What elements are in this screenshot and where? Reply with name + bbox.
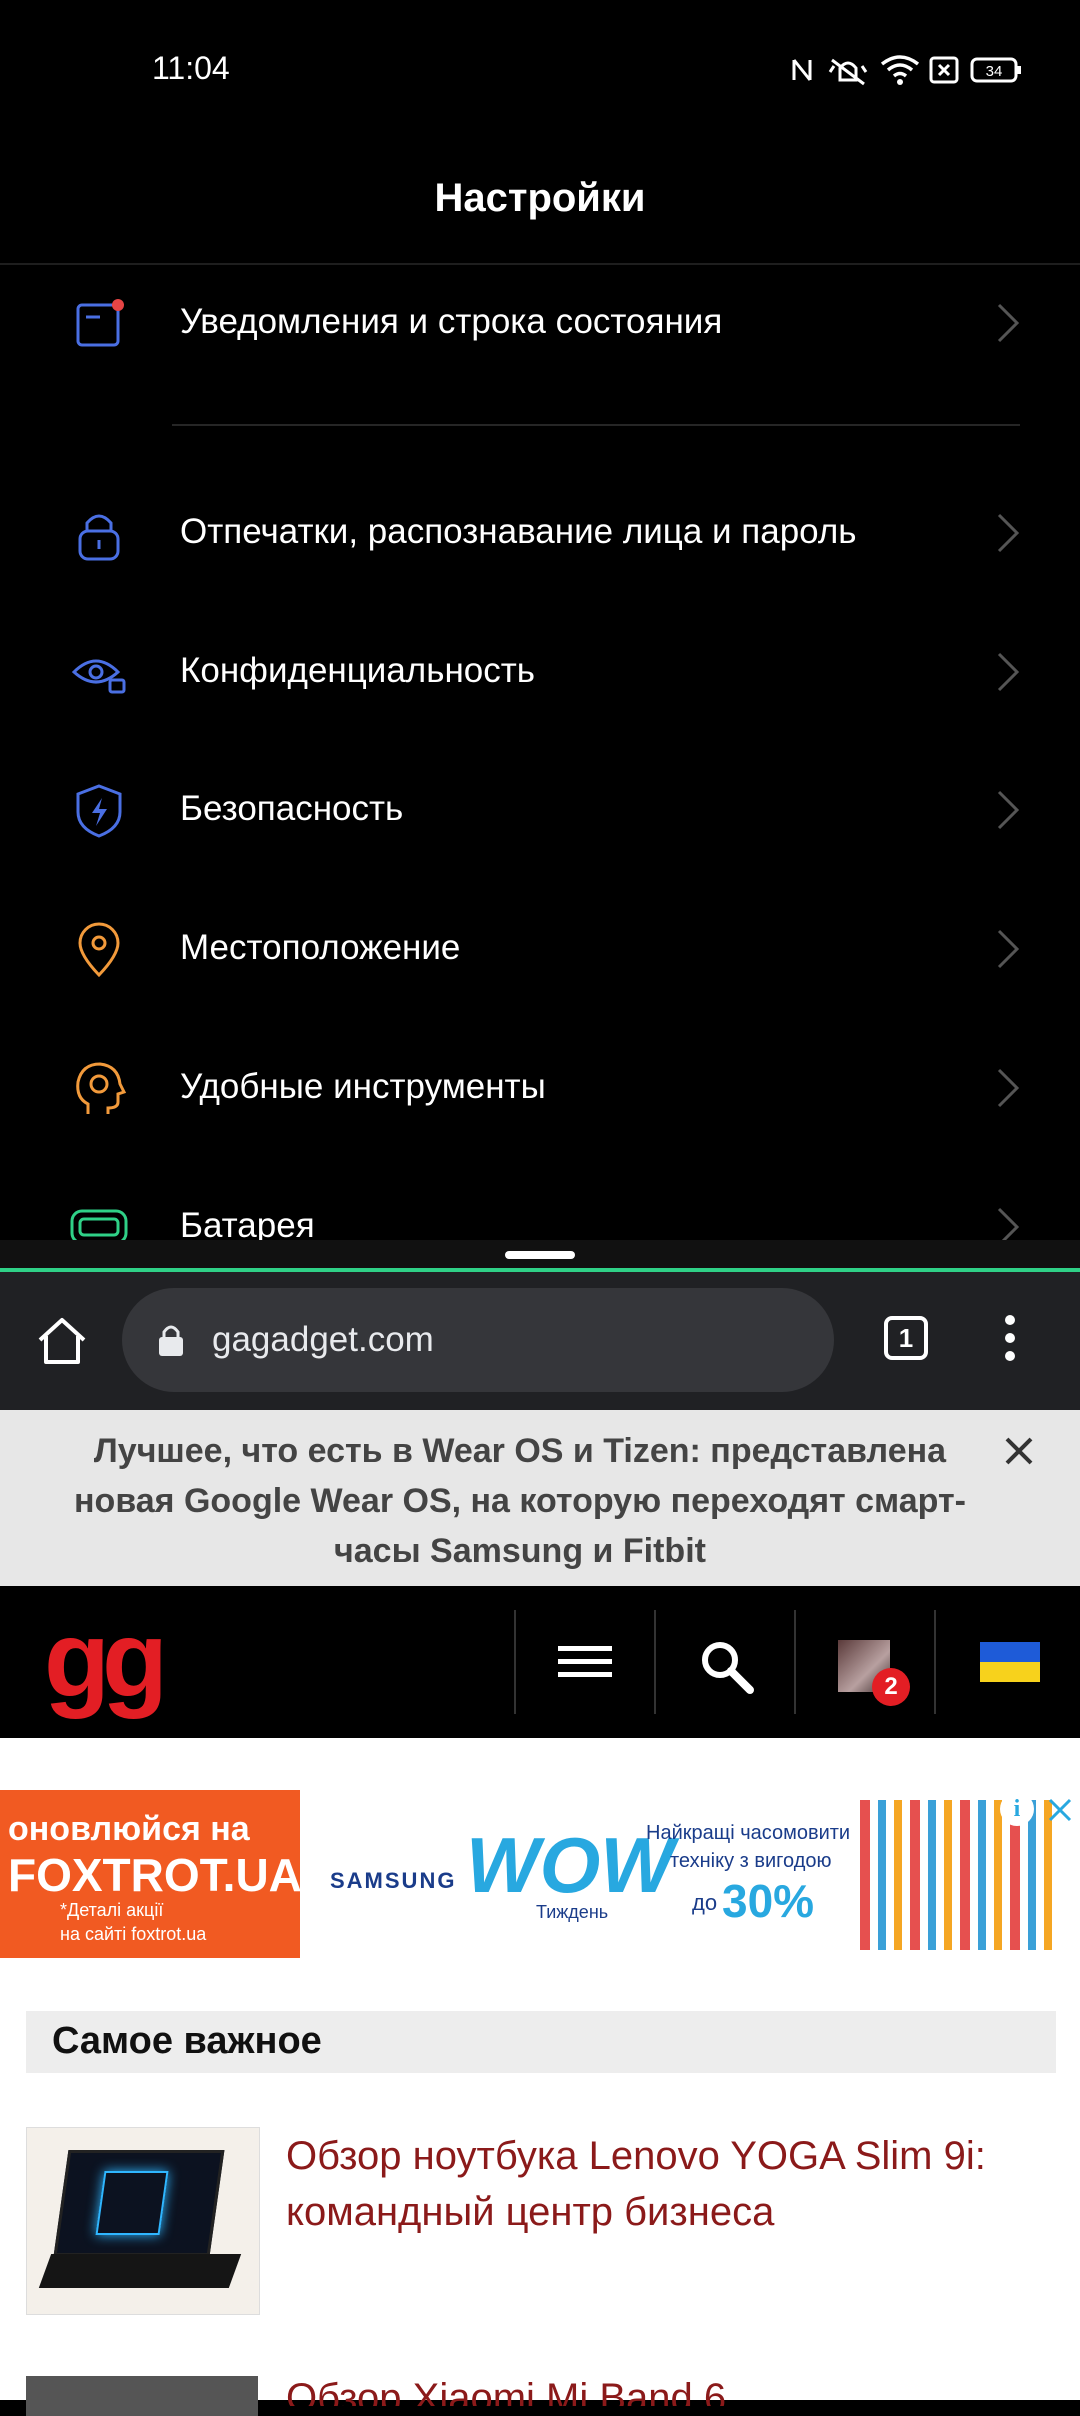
ad-banner[interactable]: оновлюйся на FOXTROT.UA *Деталі акції на… (0, 1790, 1080, 1958)
divider (654, 1610, 656, 1714)
settings-item-label: Отпечатки, распознавание лица и пароль (180, 512, 857, 551)
location-icon (78, 922, 120, 978)
ad-offer: Найкращі часомовити (646, 1822, 851, 1844)
search-icon[interactable] (698, 1638, 754, 1694)
chevron-right-icon (997, 303, 1020, 343)
menu-icon[interactable] (558, 1644, 612, 1680)
ad-promo: WOW (466, 1821, 674, 1909)
notification-badge: 2 (872, 1668, 910, 1706)
nfc-icon (792, 59, 812, 81)
settings-item-security[interactable]: Безопасность (0, 755, 1080, 865)
ad-info-icon[interactable]: i (1000, 1792, 1034, 1826)
section-title: Самое важное (52, 2020, 322, 2062)
banner-text[interactable]: Лучшее, что есть в Wear OS и Tizen: пред… (60, 1426, 980, 1576)
sim-icon (929, 56, 959, 84)
shield-icon (76, 784, 122, 838)
settings-item-label: Безопасность (180, 789, 404, 828)
settings-item-label: Батарея (180, 1206, 315, 1240)
battery-icon (70, 1209, 128, 1240)
laptop-screen (53, 2150, 225, 2256)
settings-item-label: Конфиденциальность (180, 651, 536, 690)
ad-promo-sub: Тиждень (536, 1902, 609, 1922)
close-icon[interactable] (1004, 1436, 1034, 1466)
ad-line4: на сайті foxtrot.ua (60, 1924, 207, 1944)
divider (0, 263, 1080, 265)
article-title[interactable]: Обзор Xiaomi Mi Band 6 (286, 2376, 1046, 2406)
divider (514, 1610, 516, 1714)
divider (172, 424, 1020, 426)
chevron-right-icon (997, 1207, 1020, 1240)
divider (794, 1610, 796, 1714)
screen-graphic (95, 2171, 169, 2235)
split-handle[interactable] (505, 1251, 575, 1259)
tabs-icon[interactable]: 1 (884, 1316, 928, 1360)
ad-discount: 30% (722, 1875, 815, 1927)
battery-status-icon: 34 (970, 57, 1021, 83)
ad-brand: SAMSUNG (330, 1868, 457, 1893)
chevron-right-icon (997, 652, 1020, 692)
ad-close-icon[interactable] (1046, 1796, 1074, 1824)
lock-icon (78, 514, 120, 561)
page-title: Настройки (434, 176, 646, 220)
settings-item-notifications[interactable]: Уведомления и строка состояния (0, 268, 1080, 378)
divider (934, 1610, 936, 1714)
chevron-right-icon (997, 790, 1020, 830)
status-time: 11:04 (152, 50, 230, 86)
article-thumbnail[interactable] (26, 2376, 258, 2416)
article-thumbnail[interactable] (26, 2127, 260, 2315)
ad-line2: FOXTROT.UA (8, 1849, 302, 1901)
settings-item-fingerprint[interactable]: Отпечатки, распознавание лица и пароль (0, 478, 1080, 588)
battery-level: 34 (986, 63, 1003, 80)
notification-icon (76, 299, 124, 347)
site-header (0, 1586, 1080, 1738)
settings-item-location[interactable]: Местоположение (0, 894, 1080, 1004)
settings-item-label: Местоположение (180, 928, 461, 967)
ad-offer2: техніку з вигодою (670, 1850, 832, 1872)
more-vert-icon[interactable] (996, 1312, 1024, 1364)
chevron-right-icon (997, 1068, 1020, 1108)
settings-item-label: Удобные инструменты (180, 1067, 546, 1106)
chevron-right-icon (997, 929, 1020, 969)
settings-item-tools[interactable]: Удобные инструменты (0, 1033, 1080, 1143)
vibrate-off-icon (828, 58, 868, 86)
lock-icon (159, 1325, 183, 1356)
ad-discount-prefix: до (692, 1890, 718, 1915)
laptop-base (38, 2254, 242, 2288)
chevron-right-icon (997, 513, 1020, 553)
ad-graphic (860, 1800, 1060, 1950)
home-icon[interactable] (36, 1316, 88, 1366)
url-text[interactable]: gagadget.com (212, 1320, 434, 1360)
settings-item-privacy[interactable]: Конфиденциальность (0, 617, 1080, 727)
ad-line1: оновлюйся на (8, 1810, 250, 1848)
head-tools-icon (76, 1062, 127, 1114)
site-logo[interactable]: gg (44, 1604, 168, 1714)
settings-item-label: Уведомления и строка состояния (180, 302, 723, 341)
article-title[interactable]: Обзор ноутбука Lenovo YOGA Slim 9i: кома… (286, 2128, 1046, 2240)
wifi-icon (880, 55, 920, 85)
ad-line3: *Деталі акції (60, 1900, 164, 1920)
ukraine-flag-icon[interactable] (980, 1642, 1040, 1682)
privacy-eye-icon (71, 659, 126, 694)
settings-item-battery[interactable]: Батарея (0, 1172, 1080, 1240)
